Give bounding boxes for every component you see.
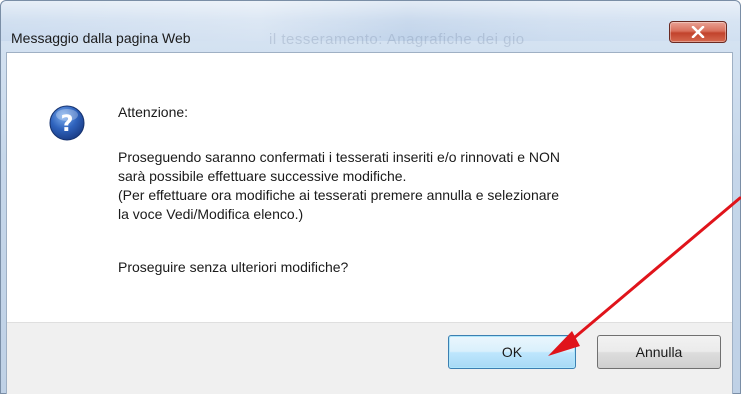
question-icon: ?: [49, 105, 85, 141]
title-bar[interactable]: il tesseramento: Anagrafiche dei gio Mes…: [1, 1, 740, 48]
close-button[interactable]: [669, 21, 727, 43]
ok-button[interactable]: OK: [448, 335, 576, 369]
message-line: sarà possibile effettuare successive mod…: [118, 168, 407, 184]
message-question: Proseguire senza ulteriori modifiche?: [118, 259, 349, 275]
message-body: Proseguendo saranno confermati i tessera…: [118, 148, 708, 224]
message-line: la voce Vedi/Modifica elenco.): [118, 206, 304, 222]
dialog-client-area: ? Attenzione: Proseguendo saranno confer…: [6, 52, 733, 394]
svg-text:?: ?: [61, 112, 74, 137]
close-icon: [691, 26, 705, 38]
dialog-title: Messaggio dalla pagina Web: [11, 30, 191, 46]
page: il tesseramento: Anagrafiche dei gio Mes…: [0, 0, 741, 394]
background-page-text: il tesseramento: Anagrafiche dei gio: [269, 31, 525, 48]
message-heading: Attenzione:: [118, 104, 189, 120]
cancel-button[interactable]: Annulla: [597, 335, 721, 369]
message-line: Proseguendo saranno confermati i tessera…: [118, 149, 560, 165]
message-line: (Per effettuare ora modifiche ai tessera…: [118, 187, 559, 203]
